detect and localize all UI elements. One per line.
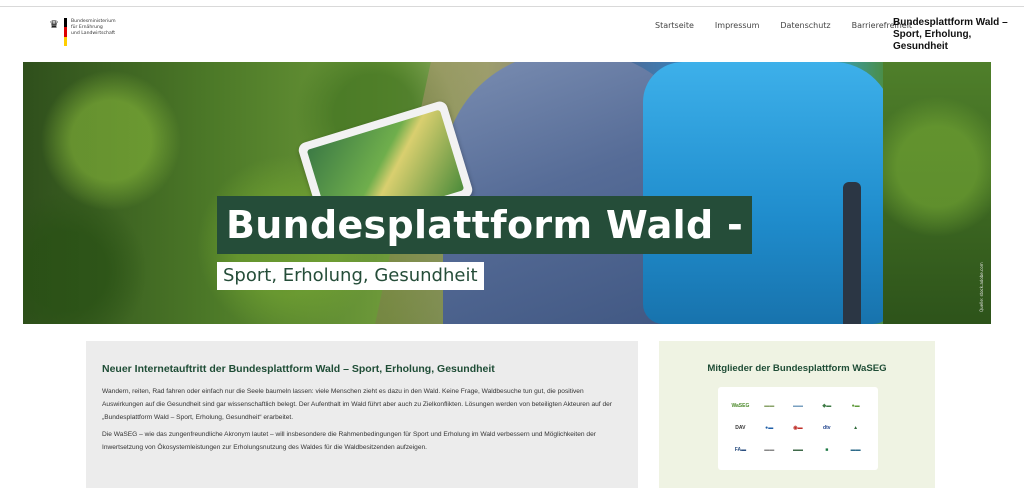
ministry-name: Bundesministerium für Ernährung und Land… <box>71 18 116 46</box>
member-logo[interactable]: ▬▬ <box>764 403 774 409</box>
ministry-line: und Landwirtschaft <box>71 31 116 36</box>
member-logo[interactable]: ▬▬ <box>764 447 774 453</box>
news-section: Neuer Internetauftritt der Bundesplattfo… <box>86 341 638 488</box>
news-heading: Neuer Internetauftritt der Bundesplattfo… <box>102 363 495 375</box>
news-paragraph: Die WaSEG – wie das zungenfreundliche Ak… <box>102 431 596 451</box>
member-logo[interactable]: ●▬ <box>765 425 773 431</box>
member-logo[interactable]: ■ <box>825 447 828 453</box>
member-logo[interactable]: ◆▬ <box>822 403 831 409</box>
member-logo[interactable]: ▬▬ <box>793 403 803 409</box>
member-logo[interactable]: DAV <box>735 425 745 431</box>
member-logo[interactable]: ●▬ <box>852 403 860 409</box>
top-divider <box>0 6 1024 7</box>
member-logo[interactable]: ▬▬ <box>851 447 861 453</box>
member-logo[interactable]: FA▬ <box>735 447 746 453</box>
nav-impressum[interactable]: Impressum <box>715 21 759 30</box>
main-navigation: Startseite Impressum Datenschutz Barrier… <box>655 21 912 30</box>
member-logo[interactable]: dtv <box>823 425 831 431</box>
hero-title: Bundesplattform Wald - <box>217 196 753 254</box>
image-credit: Quelle: stock.adobe.com <box>979 262 984 312</box>
federal-eagle-icon: ♛ <box>49 18 59 31</box>
members-heading: Mitglieder der Bundesplattform WaSEG <box>707 363 887 374</box>
member-logo[interactable]: ▬▬ <box>793 447 803 453</box>
nav-datenschutz[interactable]: Datenschutz <box>780 21 830 30</box>
forest-foliage <box>883 62 991 324</box>
site-title[interactable]: Bundesplattform Wald – Sport, Erholung, … <box>893 17 1024 53</box>
hero-subtitle: Sport, Erholung, Gesundheit <box>217 262 484 290</box>
nav-startseite[interactable]: Startseite <box>655 21 694 30</box>
member-logo[interactable]: ▲ <box>853 425 858 431</box>
news-paragraph: Wandern, reiten, Rad fahren oder einfach… <box>102 388 612 421</box>
member-logos-grid: WaSEG ▬▬ ▬▬ ◆▬ ●▬ DAV ●▬ ◉▬ dtv ▲ FA▬ ▬▬ ▬▬ ■ ▬▬ <box>718 387 878 470</box>
site-title-line1: Bundesplattform Wald – <box>893 17 1008 28</box>
backpack-strap <box>843 182 861 324</box>
site-title-line2: Sport, Erholung, Gesundheit <box>893 29 972 52</box>
member-logo[interactable]: WaSEG <box>731 403 749 409</box>
flag-bar <box>64 18 67 46</box>
members-section: Mitglieder der Bundesplattform WaSEG WaS… <box>659 341 935 488</box>
member-logo[interactable]: ◉▬ <box>793 425 802 431</box>
ministry-logo[interactable]: ♛ Bundesministerium für Ernährung und La… <box>48 18 128 46</box>
hero-banner: Quelle: stock.adobe.com Bundesplattform … <box>23 62 991 324</box>
